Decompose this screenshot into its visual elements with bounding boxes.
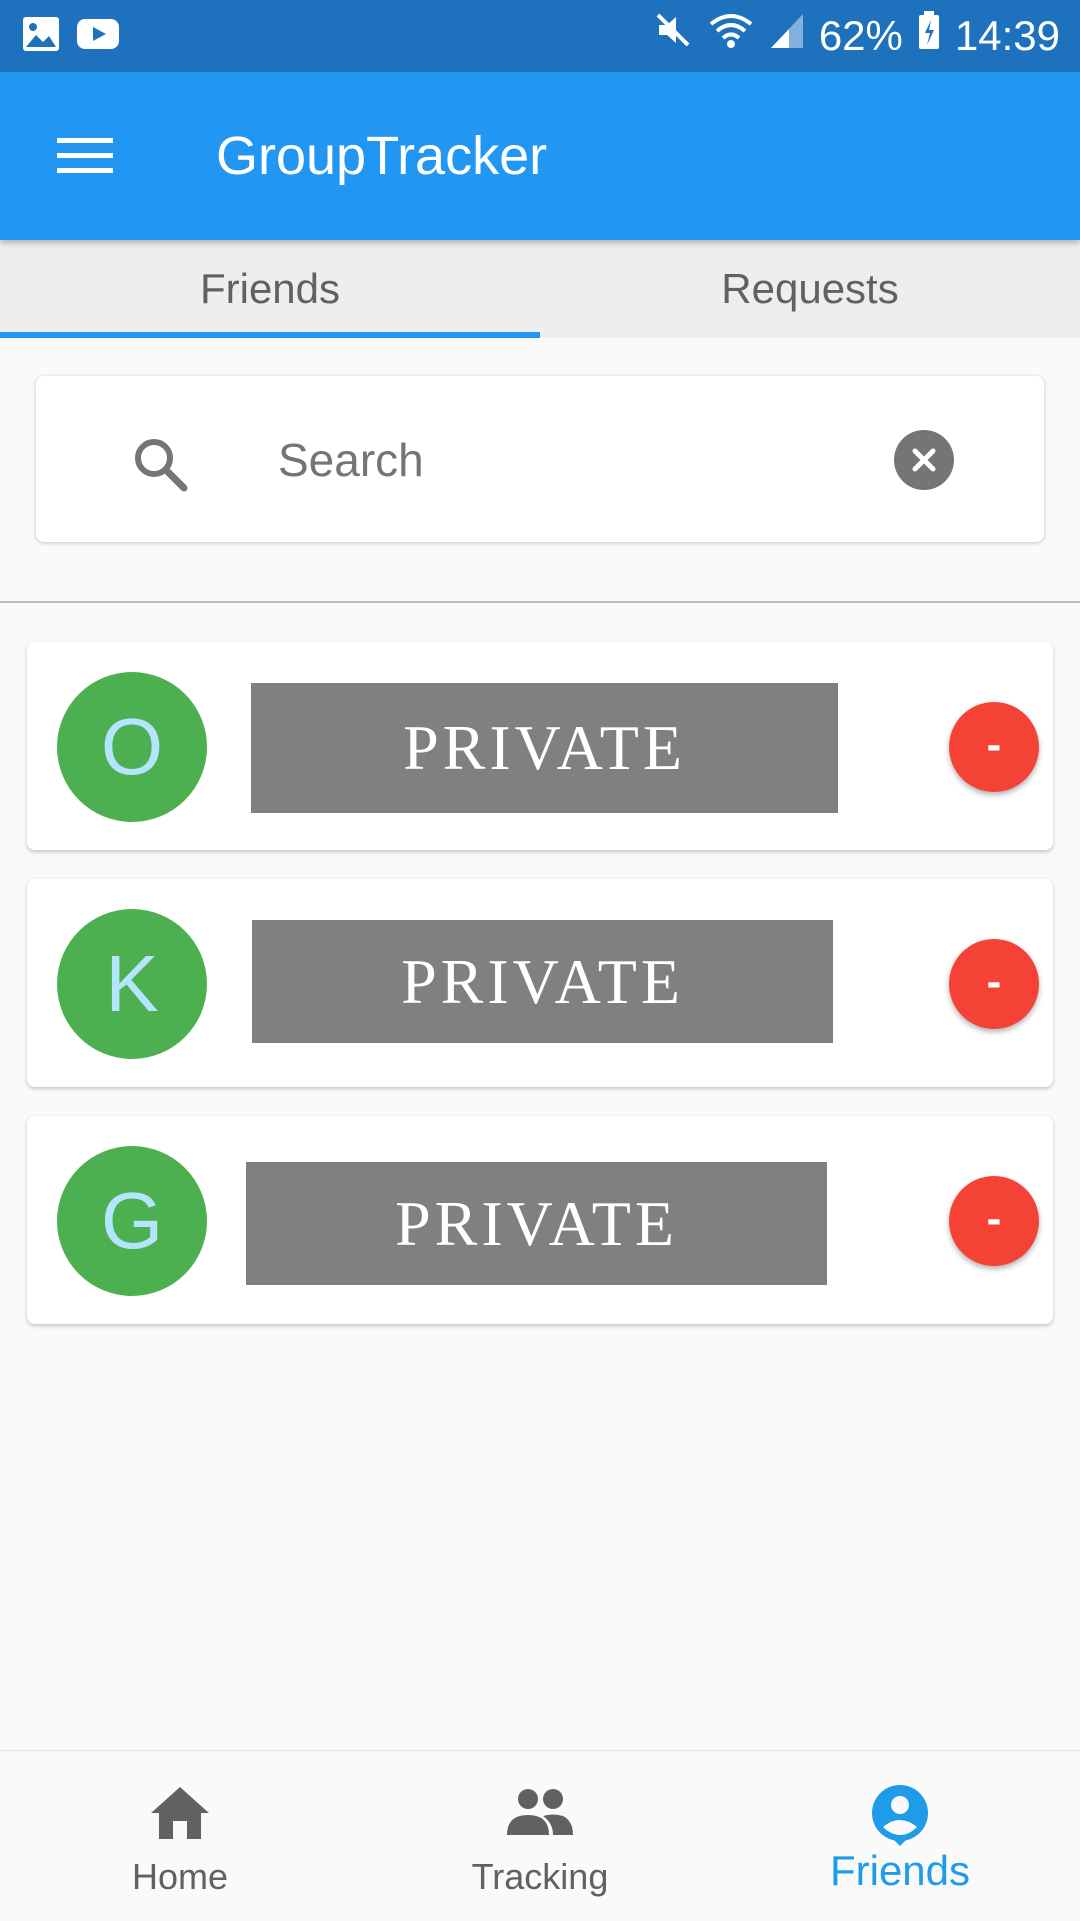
tab-friends-label: Friends [199, 265, 341, 312]
clock: 14:39 [954, 12, 1060, 59]
nav-friends[interactable]: Friends [720, 1751, 1080, 1921]
tab-indicator [0, 332, 540, 338]
status-bar: 62% 14:39 [0, 0, 1080, 72]
remove-friend-button[interactable]: - [949, 1176, 1039, 1266]
avatar: O [57, 672, 207, 822]
battery-icon [917, 10, 941, 62]
app-title: GroupTracker [216, 126, 548, 186]
remove-friend-button[interactable]: - [949, 939, 1039, 1029]
friend-name: PRIVATE [246, 1162, 827, 1285]
tab-requests[interactable]: Requests [540, 240, 1080, 338]
friend-card[interactable]: K PRIVATE - [27, 879, 1053, 1087]
nav-tracking[interactable]: Tracking [360, 1751, 720, 1921]
search-icon [126, 430, 196, 500]
tab-bar: Friends Requests [0, 240, 1080, 338]
tab-requests-label: Requests [721, 265, 899, 312]
search-bar [36, 376, 1044, 542]
avatar: G [57, 1146, 207, 1296]
clear-search-icon[interactable] [894, 430, 954, 490]
remove-friend-button[interactable]: - [949, 702, 1039, 792]
hamburger-menu-icon[interactable] [40, 116, 130, 196]
nav-friends-label: Friends [829, 1847, 971, 1894]
friend-card[interactable]: O PRIVATE - [27, 642, 1053, 850]
wifi-icon [707, 10, 755, 62]
avatar: K [57, 909, 207, 1059]
search-input[interactable] [276, 416, 880, 504]
app-bar: GroupTracker [0, 72, 1080, 240]
friend-card[interactable]: G PRIVATE - [27, 1116, 1053, 1324]
friend-name: PRIVATE [251, 683, 838, 813]
gallery-icon [22, 16, 60, 57]
nav-tracking-label: Tracking [471, 1856, 609, 1897]
mute-icon [653, 10, 693, 62]
friend-name: PRIVATE [252, 920, 833, 1043]
nav-home[interactable]: Home [0, 1751, 360, 1921]
divider [0, 601, 1080, 603]
battery-percent: 62% [818, 12, 903, 59]
nav-home-label: Home [131, 1856, 229, 1897]
signal-icon [769, 10, 805, 62]
tab-friends[interactable]: Friends [0, 240, 540, 338]
bottom-navigation: Home Tracking Friends [0, 1750, 1080, 1921]
youtube-icon [76, 16, 120, 57]
